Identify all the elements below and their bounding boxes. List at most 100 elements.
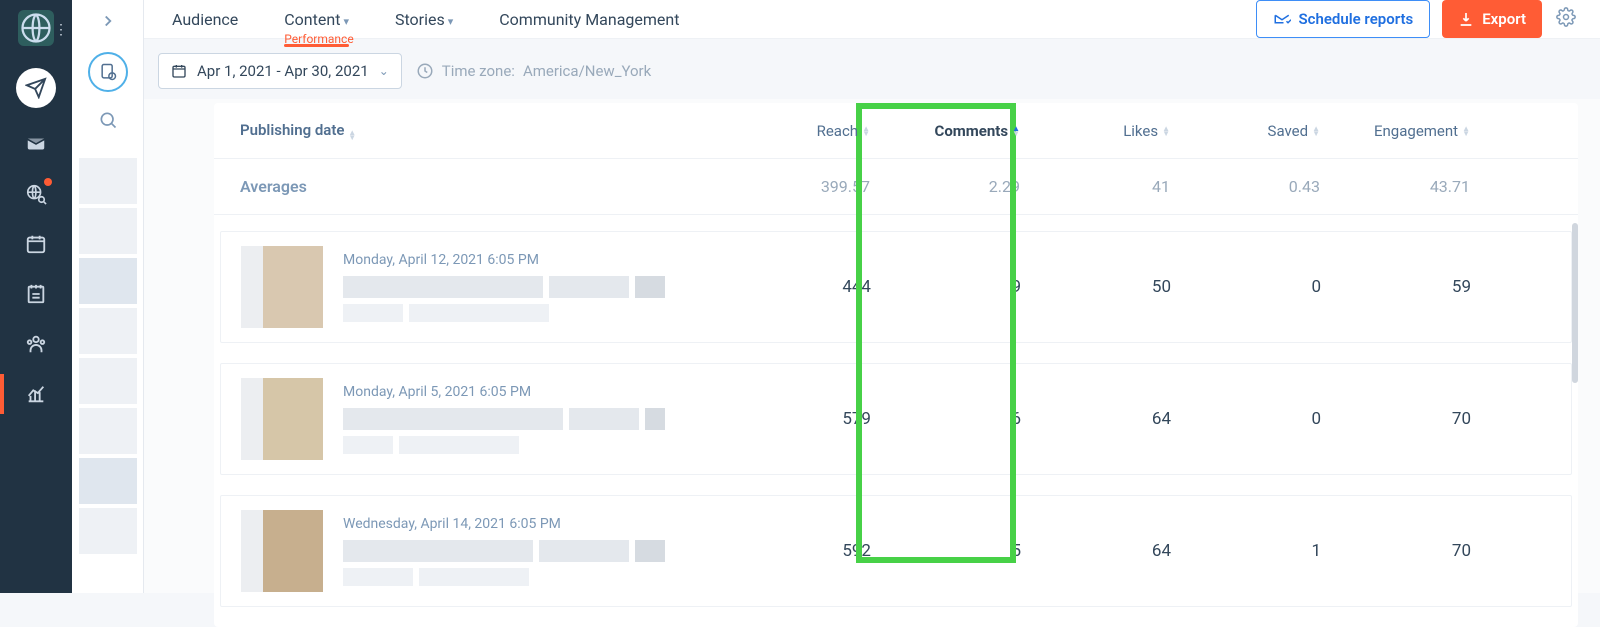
tab-label: Stories — [395, 10, 445, 29]
cell-saved: 1 — [1171, 541, 1321, 561]
averages-row: Averages 399.57 2.29 41 0.43 43.71 — [214, 159, 1578, 215]
tabs: Audience Content▾ Performance Stories▾ C… — [172, 4, 679, 35]
cell-comments: 5 — [871, 541, 1021, 561]
post-thumbnail — [241, 378, 323, 460]
chevron-down-icon: ▾ — [448, 15, 454, 28]
table-body: Monday, April 12, 2021 6:05 PM 444 9 50 … — [214, 215, 1578, 607]
post-date: Monday, April 12, 2021 6:05 PM — [343, 252, 721, 268]
inbox-icon[interactable] — [22, 130, 50, 158]
post-thumbnail — [241, 246, 323, 328]
cell-engagement: 59 — [1321, 277, 1471, 297]
world-search-icon[interactable] — [22, 180, 50, 208]
calendar-icon — [171, 63, 187, 79]
col-label: Comments — [935, 122, 1009, 140]
col-label: Likes — [1123, 122, 1158, 140]
cell-comments: 6 — [871, 409, 1021, 429]
sort-icon: ▲▼ — [1312, 126, 1320, 136]
chevron-down-icon: ⌄ — [379, 64, 389, 78]
tab-label: Community Management — [499, 10, 679, 29]
tab-label: Content — [284, 10, 340, 29]
post-date: Monday, April 5, 2021 6:05 PM — [343, 384, 721, 400]
sort-icon: ▲▼ — [1012, 126, 1020, 136]
account-list-blur — [79, 158, 137, 554]
export-button[interactable]: Export — [1442, 0, 1542, 38]
tab-audience[interactable]: Audience — [172, 4, 238, 35]
mail-check-icon — [1273, 10, 1291, 28]
post-thumbnail — [241, 510, 323, 592]
post-meta: Wednesday, April 14, 2021 6:05 PM — [343, 516, 721, 586]
download-icon — [1458, 11, 1474, 27]
clock-icon — [416, 62, 434, 80]
cell-engagement: 70 — [1321, 409, 1471, 429]
col-label: Engagement — [1374, 122, 1458, 140]
avg-saved: 0.43 — [1170, 177, 1320, 196]
tz-value: America/New_York — [523, 62, 651, 80]
sort-icon: ▲▼ — [1462, 126, 1470, 136]
avg-reach: 399.57 — [720, 177, 870, 196]
people-icon[interactable] — [22, 330, 50, 358]
sub-rail — [72, 0, 144, 593]
col-likes[interactable]: Likes ▲▼ — [1020, 122, 1170, 140]
chevron-right-icon[interactable] — [99, 12, 117, 34]
profile-circle-button[interactable] — [88, 52, 128, 92]
table-row[interactable]: Wednesday, April 14, 2021 6:05 PM 592 5 … — [220, 495, 1572, 607]
table-row[interactable]: Monday, April 5, 2021 6:05 PM 579 6 64 0… — [220, 363, 1572, 475]
cell-likes: 64 — [1021, 409, 1171, 429]
timezone-display: Time zone: America/New_York — [416, 62, 651, 80]
cell-reach: 592 — [721, 541, 871, 561]
cell-engagement: 70 — [1321, 541, 1471, 561]
averages-label: Averages — [240, 177, 720, 196]
table-row[interactable]: Monday, April 12, 2021 6:05 PM 444 9 50 … — [220, 231, 1572, 343]
col-reach[interactable]: Reach ▲▼ — [720, 122, 870, 140]
post-date: Wednesday, April 14, 2021 6:05 PM — [343, 516, 721, 532]
search-icon[interactable] — [98, 110, 118, 134]
avg-engagement: 43.71 — [1320, 177, 1470, 196]
chevron-down-icon: ▾ — [343, 15, 349, 28]
col-saved[interactable]: Saved▲▼ — [1170, 122, 1320, 140]
sort-icon: ▲▼ — [862, 126, 870, 136]
nav-rail: ⋮ — [0, 0, 72, 593]
col-label: Reach — [817, 122, 858, 140]
sort-icon: ▲▼ — [348, 130, 356, 140]
toolbar: Apr 1, 2021 - Apr 30, 2021 ⌄ Time zone: … — [144, 39, 1600, 99]
col-label: Saved — [1268, 122, 1309, 140]
post-meta: Monday, April 5, 2021 6:05 PM — [343, 384, 721, 454]
col-publishing-date[interactable]: Publishing date ▲▼ — [240, 121, 720, 140]
calendar-icon[interactable] — [22, 230, 50, 258]
cell-likes: 64 — [1021, 541, 1171, 561]
button-label: Schedule reports — [1299, 10, 1414, 28]
analytics-icon[interactable] — [22, 380, 50, 408]
tab-content[interactable]: Content▾ Performance — [284, 4, 349, 35]
notification-dot-icon — [44, 178, 52, 186]
date-range-picker[interactable]: Apr 1, 2021 - Apr 30, 2021 ⌄ — [158, 53, 402, 89]
scrollbar[interactable] — [1572, 223, 1578, 383]
button-label: Export — [1482, 10, 1526, 28]
tz-label: Time zone: — [442, 62, 515, 80]
post-meta: Monday, April 12, 2021 6:05 PM — [343, 252, 721, 322]
tab-stories[interactable]: Stories▾ — [395, 4, 453, 35]
notes-icon[interactable] — [22, 280, 50, 308]
cell-likes: 50 — [1021, 277, 1171, 297]
tab-community[interactable]: Community Management — [499, 4, 679, 35]
col-label: Publishing date — [240, 121, 344, 139]
sort-icon: ▲▼ — [1162, 126, 1170, 136]
col-comments[interactable]: Comments▲▼ — [870, 122, 1020, 140]
col-engagement[interactable]: Engagement ▲▼ — [1320, 122, 1470, 140]
app-logo[interactable] — [18, 10, 54, 46]
cell-saved: 0 — [1171, 277, 1321, 297]
table-header-row: Publishing date ▲▼ Reach▲▼ Comments▲▼ Li… — [214, 103, 1578, 159]
tab-label: Audience — [172, 10, 238, 29]
cell-reach: 579 — [721, 409, 871, 429]
cell-saved: 0 — [1171, 409, 1321, 429]
cell-reach: 444 — [721, 277, 871, 297]
avg-likes: 41 — [1020, 177, 1170, 196]
more-dots-icon[interactable]: ⋮ — [54, 22, 68, 38]
send-icon[interactable] — [16, 68, 56, 108]
tab-sublabel: Performance — [284, 32, 353, 46]
performance-table: Publishing date ▲▼ Reach▲▼ Comments▲▼ Li… — [214, 103, 1578, 627]
date-range-label: Apr 1, 2021 - Apr 30, 2021 — [197, 62, 369, 80]
avg-comments: 2.29 — [870, 177, 1020, 196]
main-panel: Audience Content▾ Performance Stories▾ C… — [144, 0, 1600, 593]
schedule-reports-button[interactable]: Schedule reports — [1256, 0, 1431, 38]
gear-icon[interactable] — [1556, 7, 1576, 31]
